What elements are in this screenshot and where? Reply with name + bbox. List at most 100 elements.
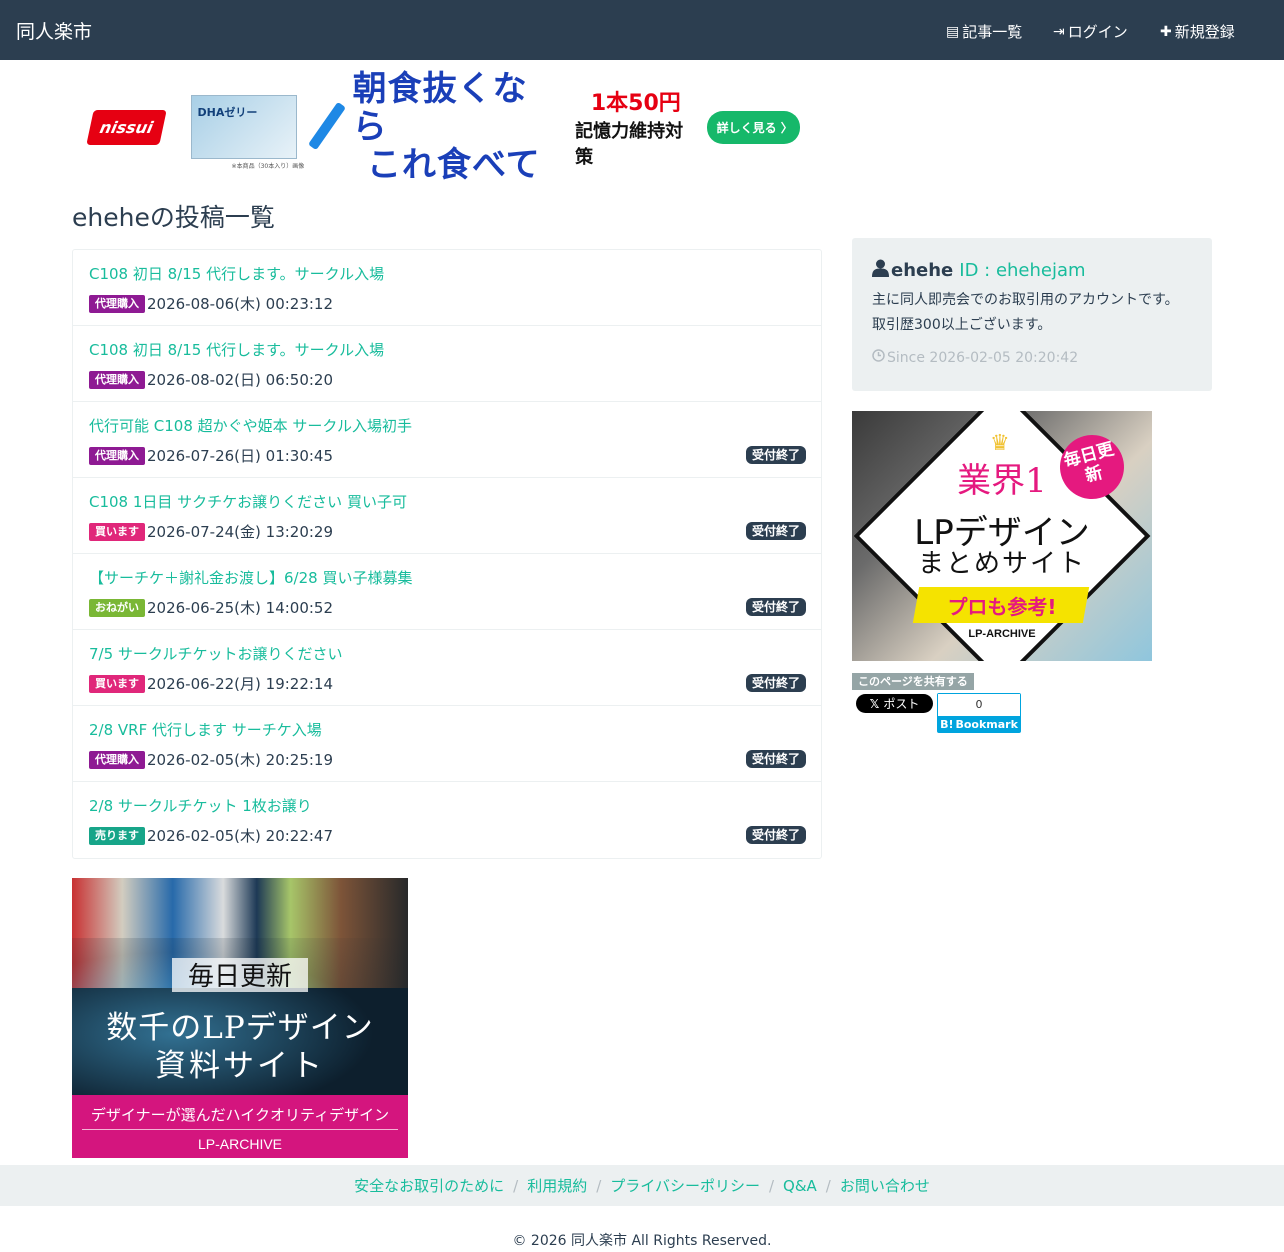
- post-meta: 代理購入 2026-08-06(木) 00:23:12: [89, 293, 333, 314]
- login-icon: ⇥: [1053, 23, 1065, 40]
- plus-icon: ✚: [1160, 23, 1172, 40]
- footer-link[interactable]: 安全なお取引のために: [354, 1175, 504, 1196]
- post-title-link[interactable]: C108 初日 8/15 代行します。サークル入場: [89, 339, 384, 360]
- category-badge: 代理購入: [89, 446, 145, 465]
- ad-price: 1本50円: [590, 91, 681, 116]
- post-row: 7/5 サークルチケットお譲りください 買います 2026-06-22(月) 19:…: [73, 630, 821, 706]
- ad-headline-1: 朝食抜くなら: [352, 69, 528, 147]
- dha-product-text: DHAゼリー: [197, 106, 258, 119]
- post-title-link[interactable]: 代行可能 C108 超かぐや姫本 サークル入場初手: [89, 415, 412, 436]
- status-badge: 受付終了: [745, 826, 806, 844]
- footer-separator: /: [513, 1176, 519, 1195]
- category-badge: 買います: [89, 674, 145, 693]
- post-row: 2/8 サークルチケット 1枚お譲り 売ります 2026-02-05(木) 20:2…: [73, 782, 821, 858]
- post-title-link[interactable]: 2/8 VRF 代行します サーチケ入場: [89, 719, 322, 740]
- post-title-link[interactable]: 2/8 サークルチケット 1枚お譲り: [89, 795, 312, 816]
- top-banner-ad[interactable]: nissui DHAゼリー ※本商品（30本入り）画像 朝食抜くなら これ食べて…: [80, 70, 800, 184]
- post-title-link[interactable]: C108 初日 8/15 代行します。サークル入場: [89, 263, 384, 284]
- post-list: C108 初日 8/15 代行します。サークル入場 代理購入 2026-08-06(…: [72, 249, 822, 859]
- post-meta: 買います 2026-06-22(月) 19:22:14: [89, 673, 333, 694]
- footer-separator: /: [825, 1176, 831, 1195]
- profile-since-text: Since 2026-02-05 20:20:42: [887, 349, 1079, 366]
- post-row: 代行可能 C108 超かぐや姫本 サークル入場初手 代理購入 2026-07-26(…: [73, 402, 821, 478]
- profile-bio: 主に同人即売会でのお取引用のアカウントです。取引歴300以上ございます。: [872, 292, 1179, 333]
- nav-article-list-label: 記事一覧: [962, 23, 1023, 41]
- ad-headline-2: これ食べて: [367, 145, 541, 185]
- list-icon: ▤: [946, 23, 960, 40]
- site-brand[interactable]: 同人楽市: [16, 17, 92, 44]
- post-row: 2/8 VRF 代行します サーチケ入場 代理購入 2026-02-05(木) 20…: [73, 706, 821, 782]
- post-date: 2026-08-06(木) 00:23:12: [147, 295, 334, 313]
- x-post-button[interactable]: 𝕏 ポスト: [856, 694, 933, 713]
- post-date: 2026-08-02(日) 06:50:20: [147, 371, 334, 389]
- post-meta: おねがい 2026-06-25(木) 14:00:52: [89, 597, 333, 618]
- post-meta: 売ります 2026-02-05(木) 20:22:47: [89, 825, 333, 846]
- ad-band-divider: [82, 1129, 398, 1130]
- nissui-logo: nissui: [80, 92, 173, 162]
- ad-daily-update: 毎日更新: [187, 962, 292, 992]
- status-badge: 受付終了: [745, 598, 806, 616]
- nav-login[interactable]: ⇥ ログイン: [1053, 21, 1128, 42]
- post-title-link[interactable]: 【サーチケ＋謝礼金お渡し】6/28 買い子様募集: [89, 567, 412, 588]
- footer-link[interactable]: Q&A: [783, 1177, 817, 1195]
- hatena-bookmark-label-row: B! Bookmark: [938, 716, 1020, 732]
- post-row: 【サーチケ＋謝礼金お渡し】6/28 買い子様募集 おねがい 2026-06-25(木…: [73, 554, 821, 630]
- category-badge: 代理購入: [89, 750, 145, 769]
- nav-register-label: 新規登録: [1174, 23, 1235, 41]
- ad-band-text: デザイナーが選んだハイクオリティデザイン: [90, 1106, 390, 1124]
- clock-icon: [872, 349, 885, 366]
- category-badge: 売ります: [89, 826, 145, 845]
- hatena-bookmark-count: 0: [938, 694, 1020, 716]
- share-label: このページを共有する: [852, 673, 974, 690]
- ad-brand: LP-ARCHIVE: [968, 628, 1036, 640]
- nav-article-list[interactable]: ▤ 記事一覧: [946, 21, 1022, 42]
- profile-user-id[interactable]: ID : ehehejam: [959, 260, 1085, 281]
- footer-links: 安全なお取引のために / 利用規約 / プライバシーポリシー / Q&A / お問い合わせ: [0, 1165, 1284, 1206]
- bottom-banner-ad[interactable]: 毎日更新 数千のLPデザイン 資料サイト デザイナーが選んだハイクオリティデザイ…: [72, 878, 408, 1158]
- status-badge: 受付終了: [745, 674, 806, 692]
- side-banner-ad[interactable]: ♛ 毎日更新 業界1 LPデザイン まとめサイト プロも参考! LP-ARCHI…: [852, 411, 1152, 661]
- nav-register[interactable]: ✚ 新規登録: [1160, 21, 1235, 42]
- profile-header: ehehe ID : ehehejam: [872, 259, 1086, 282]
- footer-link[interactable]: プライバシーポリシー: [610, 1175, 760, 1196]
- dha-product-note: ※本商品（30本入り）画像: [231, 163, 305, 170]
- post-row: C108 初日 8/15 代行します。サークル入場 代理購入 2026-08-02(…: [73, 326, 821, 402]
- category-badge: おねがい: [89, 598, 145, 617]
- copyright: © 2026 同人楽市 All Rights Reserved.: [512, 1233, 772, 1249]
- ad-price-block: 1本50円 記憶力維持対策: [575, 85, 696, 169]
- ad-industry-top: 業界1: [957, 461, 1047, 501]
- ad-lp-matome: まとめサイト: [917, 549, 1086, 579]
- status-badge: 受付終了: [745, 446, 806, 464]
- page-title: eheheの投稿一覧: [72, 203, 275, 232]
- x-logo-icon: 𝕏: [869, 696, 880, 711]
- footer-link[interactable]: 利用規約: [527, 1175, 587, 1196]
- post-date: 2026-02-05(木) 20:25:19: [147, 751, 334, 769]
- status-badge: 受付終了: [745, 750, 806, 768]
- footer-link[interactable]: お問い合わせ: [840, 1175, 930, 1196]
- post-date: 2026-06-25(木) 14:00:52: [147, 599, 334, 617]
- profile-username: ehehe: [891, 260, 954, 281]
- post-row: C108 初日 8/15 代行します。サークル入場 代理購入 2026-08-06(…: [73, 250, 821, 326]
- nav-login-label: ログイン: [1067, 23, 1128, 41]
- post-date: 2026-07-26(日) 01:30:45: [147, 447, 334, 465]
- nissui-logo-text: nissui: [86, 109, 167, 145]
- post-meta: 代理購入 2026-02-05(木) 20:25:19: [89, 749, 333, 770]
- profile-since: Since 2026-02-05 20:20:42: [872, 349, 1078, 366]
- category-badge: 代理購入: [89, 294, 145, 313]
- status-badge: 受付終了: [745, 522, 806, 540]
- ad-band-brand: LP-ARCHIVE: [197, 1136, 283, 1152]
- post-date: 2026-02-05(木) 20:22:47: [147, 827, 334, 845]
- hatena-bookmark-button[interactable]: 0 B! Bookmark: [937, 693, 1021, 733]
- footer-separator: /: [768, 1176, 775, 1195]
- ad-details-button[interactable]: 詳しく見る 〉: [706, 110, 800, 144]
- category-badge: 買います: [89, 522, 145, 541]
- post-date: 2026-07-24(金) 13:20:29: [147, 523, 334, 541]
- category-badge: 代理購入: [89, 370, 145, 389]
- post-row: C108 1日目 サクチケお譲りください 買い子可 買います 2026-07-24(…: [73, 478, 821, 554]
- post-date: 2026-06-22(月) 19:22:14: [147, 675, 334, 693]
- ad-main-line-2: 資料サイト: [155, 1048, 325, 1084]
- x-post-label: ポスト: [883, 697, 920, 711]
- post-title-link[interactable]: 7/5 サークルチケットお譲りください: [89, 643, 342, 664]
- post-title-link[interactable]: C108 1日目 サクチケお譲りください 買い子可: [89, 491, 407, 512]
- user-icon: [872, 259, 889, 282]
